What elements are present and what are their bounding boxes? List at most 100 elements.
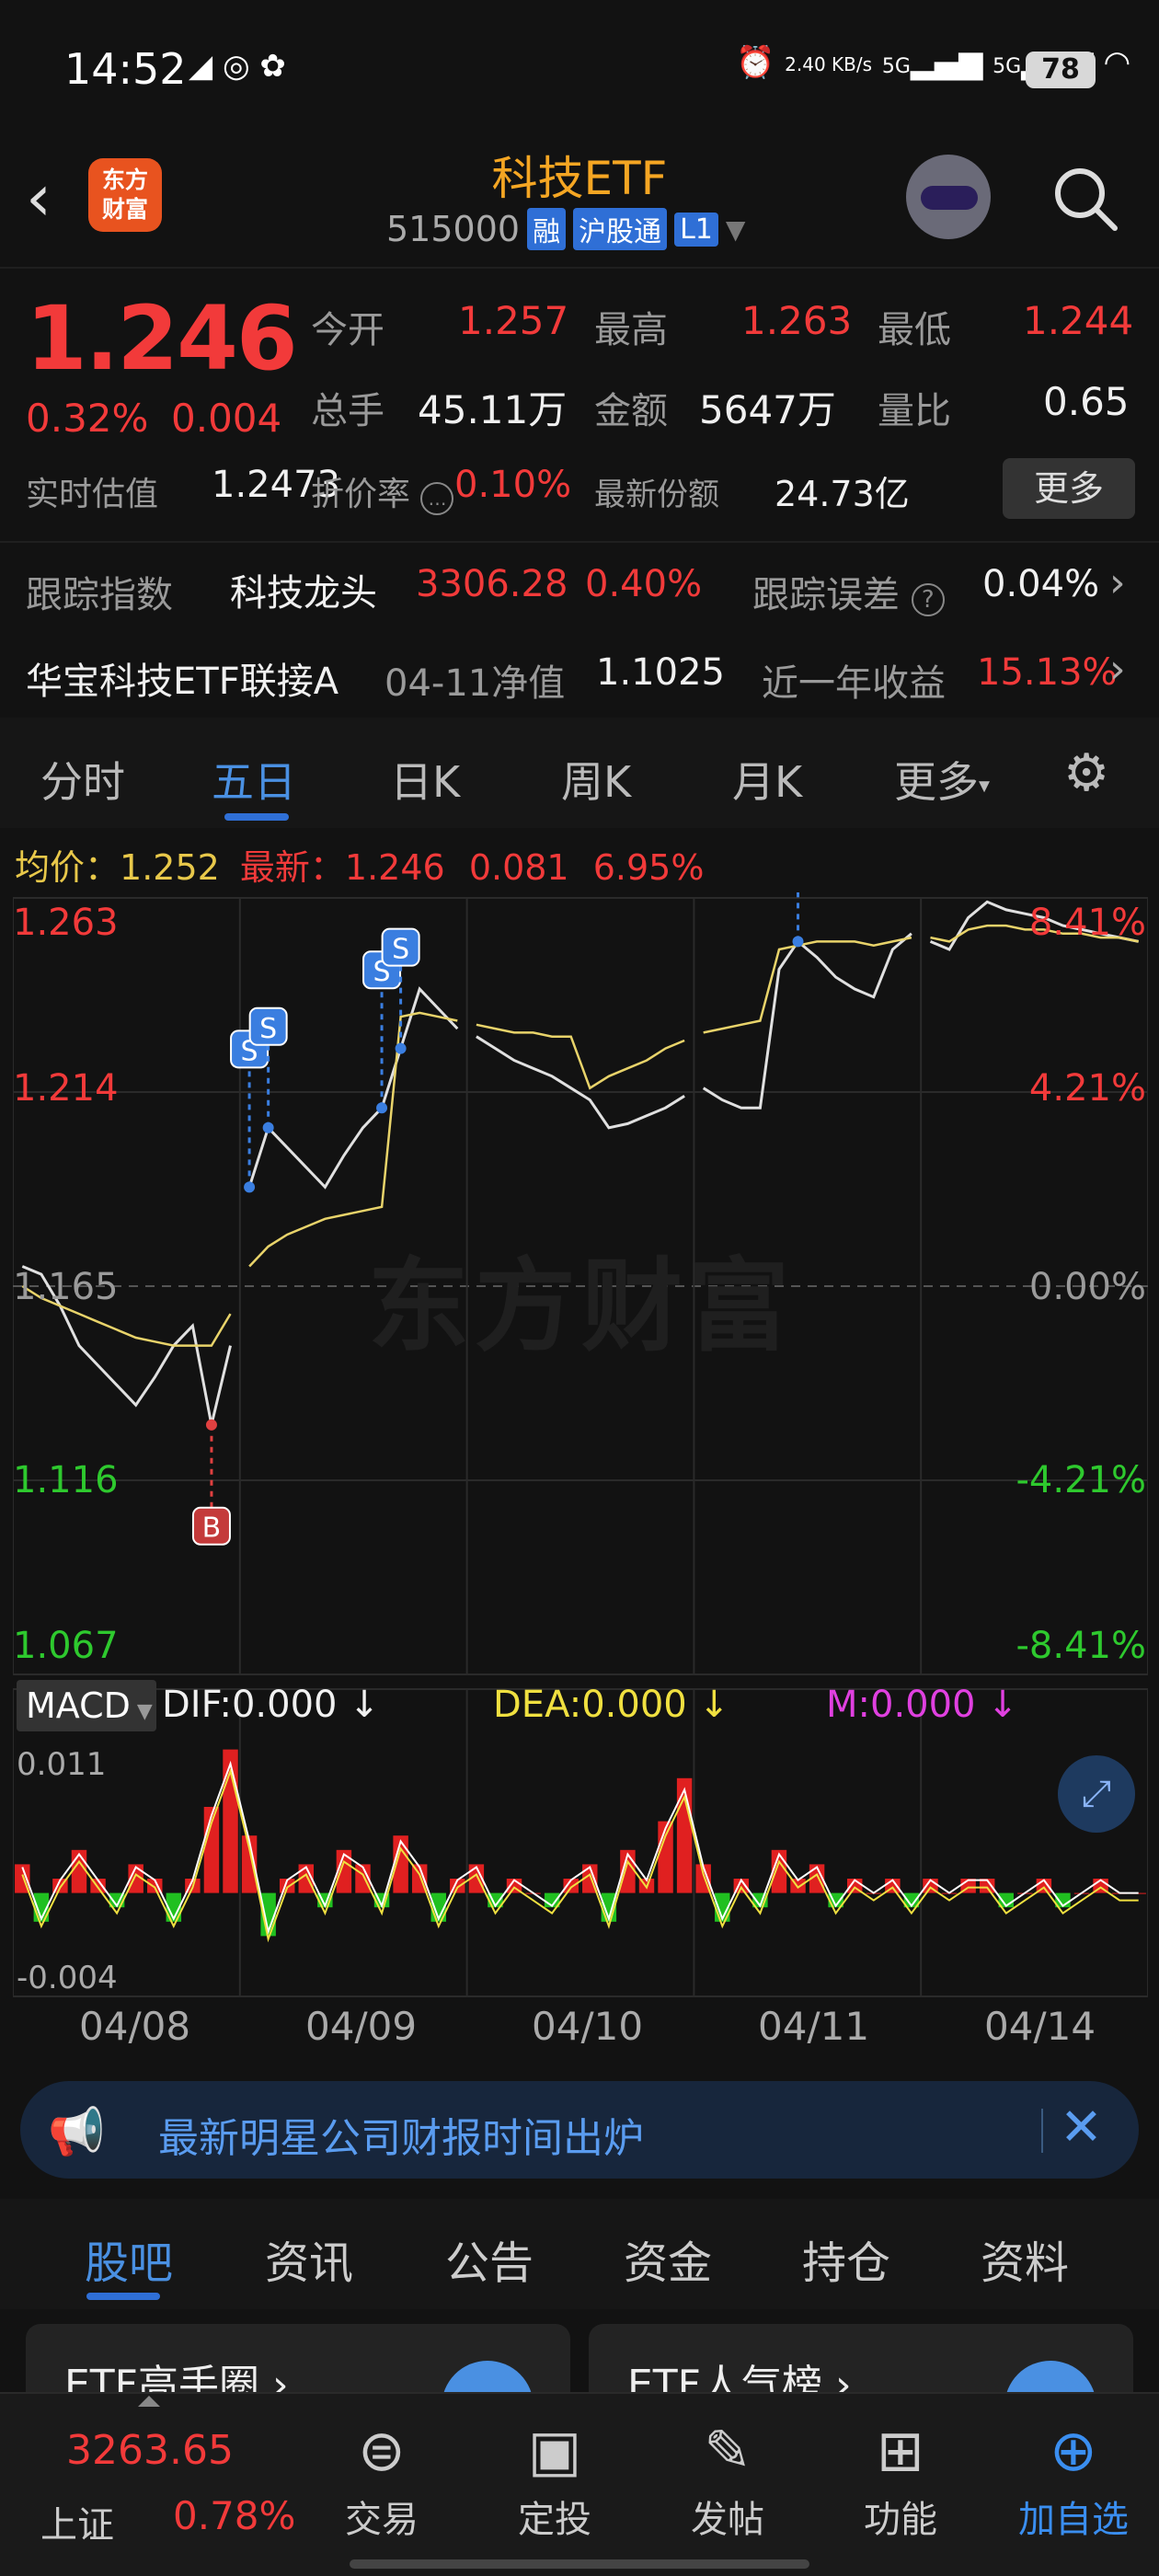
index-name: 上证	[40, 2504, 114, 2547]
y-tick-right-2: 0.00%	[1028, 1266, 1146, 1308]
yearly-value: 15.13%	[977, 651, 1118, 694]
y-tick-left-3: 1.116	[13, 1459, 119, 1501]
premium-value: 0.10%	[454, 464, 572, 506]
tag-margin: 融	[527, 208, 567, 250]
latest-change: 0.081	[468, 847, 569, 888]
post-icon: ✎	[704, 2417, 752, 2484]
notice-banner[interactable]: 📢 最新明星公司财报时间出炉 ✕	[20, 2081, 1139, 2179]
tab-daily-k[interactable]: 日K	[390, 749, 460, 810]
tab-intraday[interactable]: 分时	[40, 749, 125, 810]
nav-label: 04-11净值	[384, 662, 566, 705]
chevron-down-icon: ▾	[979, 772, 991, 799]
assistant-avatar-visor	[921, 186, 978, 210]
home-indicator[interactable]	[350, 2559, 809, 2569]
avg-value: 1.252	[120, 847, 220, 888]
track-index-pct: 0.40%	[585, 563, 703, 605]
latest-label: 最新：	[239, 847, 345, 888]
nav-invest[interactable]: ▣ 定投	[486, 2412, 624, 2543]
chart-info-line: 均价：1.252 最新：1.246 0.081 6.95%	[15, 839, 704, 890]
tab-monthly-k[interactable]: 月K	[732, 749, 802, 810]
nav-label: 定投	[518, 2499, 591, 2541]
tab-announcements[interactable]: 公告	[445, 2226, 534, 2291]
marker-dot	[376, 1102, 388, 1114]
shares-label: 最新份额	[594, 477, 719, 513]
nav-functions[interactable]: ⊞ 功能	[832, 2412, 970, 2543]
signal-icon: 5G	[881, 55, 911, 78]
info-icon[interactable]: …	[420, 482, 454, 515]
chevron-down-icon: ▼	[130, 1700, 153, 1723]
track-index-label: 跟踪指数	[26, 574, 173, 616]
avg-label: 均价：	[15, 847, 120, 888]
nav-label: 加自选	[1018, 2499, 1129, 2541]
nav-post[interactable]: ✎ 发帖	[659, 2412, 797, 2543]
macd-high-label: 0.011	[17, 1746, 107, 1783]
index-value[interactable]: 3263.65	[66, 2427, 234, 2474]
amount-value: 5647万	[699, 387, 836, 432]
track-error-label: 跟踪误差 ?	[752, 565, 945, 618]
help-icon[interactable]: ?	[911, 583, 945, 616]
latest-value: 1.246	[344, 847, 445, 888]
shares-value: 24.73亿	[775, 474, 910, 514]
more-button[interactable]: 更多	[1003, 458, 1135, 519]
wifi-icon: ◠	[1103, 44, 1131, 81]
tab-profile[interactable]: 资料	[981, 2226, 1069, 2291]
nav-trade[interactable]: ⊜ 交易	[313, 2412, 451, 2543]
chevron-right-icon[interactable]: ›	[1109, 559, 1126, 606]
tab-five-day[interactable]: 五日	[212, 749, 296, 810]
tab-weekly-k[interactable]: 周K	[561, 749, 631, 810]
quote-panel: 1.246 0.32% 0.004 今开 1.257 最高 1.263 最低 1…	[0, 267, 1159, 718]
series-line-1	[703, 936, 912, 1034]
series-line-0	[702, 932, 912, 1110]
y-tick-right-0: 8.41%	[1028, 902, 1146, 944]
notification-icons: ◢ ◎ ✿	[189, 48, 286, 85]
active-tab-indicator	[224, 813, 289, 821]
bottom-nav: 3263.65 上证 0.78% ⊜ 交易 ▣ 定投 ✎ 发帖 ⊞ 功能 ⊕ 加…	[0, 2392, 1159, 2576]
estimate-label: 实时估值	[26, 476, 159, 513]
five-day-chart[interactable]: BSSSSS	[13, 892, 1148, 2061]
tab-holdings[interactable]: 持仓	[802, 2226, 890, 2291]
tag-level: L1	[674, 212, 718, 247]
dif-line	[21, 1760, 1139, 1936]
nav-add-favorite[interactable]: ⊕ 加自选	[1004, 2412, 1142, 2543]
x-tick-0: 04/08	[79, 2004, 191, 2049]
expand-icon[interactable]: ⤢	[1058, 1755, 1135, 1833]
nav-label: 功能	[864, 2499, 937, 2541]
low-value: 1.244	[1023, 298, 1134, 343]
net-speed: 2.40 KB/s	[785, 52, 873, 75]
clock: 14:52	[64, 44, 187, 94]
linked-fund-name[interactable]: 华宝科技ETF联接A	[26, 651, 339, 705]
security-code: 515000	[386, 209, 521, 249]
high-label: 最高	[594, 309, 668, 351]
macd-low-label: -0.004	[17, 1960, 118, 1996]
gear-icon[interactable]: ⚙	[1063, 743, 1109, 803]
ratio-label: 量比	[878, 390, 951, 432]
macd-bar	[71, 1849, 87, 1893]
last-price: 1.246	[26, 287, 298, 390]
close-icon[interactable]: ✕	[1060, 2098, 1103, 2157]
track-index-name[interactable]: 科技龙头	[230, 563, 377, 616]
tab-news[interactable]: 资讯	[265, 2226, 353, 2291]
security-code-row[interactable]: 515000 融 沪股通 L1 ▼	[386, 208, 745, 250]
search-icon[interactable]	[1049, 162, 1122, 236]
y-tick-right-4: -8.41%	[1016, 1625, 1146, 1667]
watermark: 东方财富	[368, 1248, 795, 1365]
app-header: ‹ 东方 财富 科技ETF 515000 融 沪股通 L1 ▼	[0, 138, 1159, 267]
indicator-select[interactable]: MACD ▼	[17, 1680, 156, 1731]
change-abs: 0.004	[171, 396, 282, 441]
volume-label: 总手	[311, 390, 384, 432]
grid-icon: ⊞	[877, 2417, 924, 2484]
m-value: M:0.000 ↓	[826, 1684, 1018, 1726]
content-tabs: 股吧 资讯 公告 资金 持仓 资料	[0, 2199, 1159, 2309]
y-tick-right-3: -4.21%	[1016, 1459, 1146, 1501]
tab-more-label: 更多	[894, 757, 979, 807]
tab-more[interactable]: 更多▾	[894, 749, 990, 810]
marker-dot	[205, 1419, 217, 1431]
collapse-indicator[interactable]	[138, 2396, 160, 2407]
tab-capital[interactable]: 资金	[624, 2226, 712, 2291]
notice-text[interactable]: 最新明星公司财报时间出炉	[158, 2105, 644, 2164]
x-tick-2: 04/10	[532, 2004, 644, 2049]
chevron-right-icon-2[interactable]: ›	[1109, 646, 1126, 693]
yearly-label: 近一年收益	[762, 662, 946, 705]
x-tick-1: 04/09	[305, 2004, 418, 2049]
tab-forum[interactable]: 股吧	[85, 2226, 173, 2291]
